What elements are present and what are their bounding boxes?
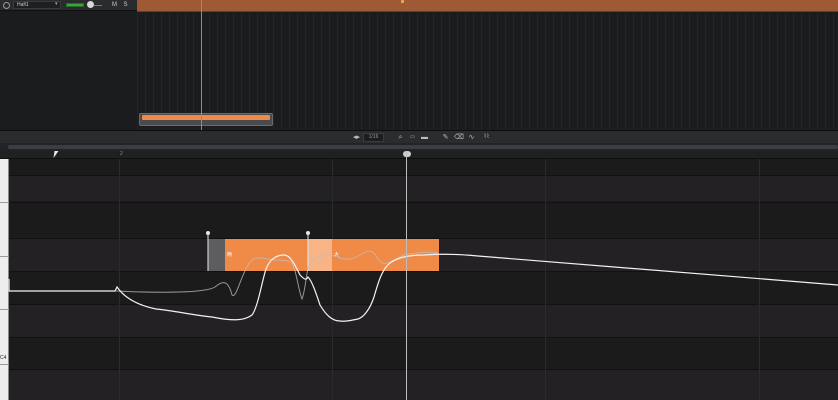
- lane-marker: [401, 0, 404, 3]
- note-handle[interactable]: [208, 239, 225, 271]
- screen-icon[interactable]: ▬: [420, 133, 429, 142]
- playhead-handle[interactable]: [403, 151, 411, 157]
- split-icon[interactable]: ⌇⌇: [481, 133, 492, 142]
- track-lane-region[interactable]: [137, 0, 838, 12]
- curve-icon[interactable]: ∿: [467, 133, 476, 142]
- note-start-handle[interactable]: [306, 231, 310, 235]
- note-lyric: 两: [227, 252, 233, 258]
- note-start-handle[interactable]: [206, 231, 210, 235]
- track-power-icon[interactable]: [3, 2, 10, 9]
- volume-meter[interactable]: [66, 3, 84, 7]
- track-name-field[interactable]: Hafi1: [13, 1, 61, 9]
- quantize-icon[interactable]: ◂▸: [352, 133, 361, 142]
- solo-button[interactable]: S: [121, 1, 130, 9]
- editor-playhead[interactable]: [406, 151, 407, 400]
- pan-knob[interactable]: [87, 1, 94, 8]
- quantize-field[interactable]: 1/16: [363, 133, 384, 142]
- audio-clip[interactable]: [139, 113, 273, 126]
- zoom-icon[interactable]: ⌕: [396, 133, 405, 142]
- horizontal-scroll-area: [0, 143, 838, 151]
- pan-indicator: [94, 5, 102, 6]
- editor-toolbar: ◂▸ 1/16 ⌕ ▭ ▬ ✎ ⌫ ∿ ⌇⌇: [0, 130, 838, 143]
- arrangement-playhead[interactable]: [201, 0, 202, 130]
- bar-number-label: 2: [120, 151, 123, 157]
- pitch-curve-layer: [8, 231, 838, 322]
- track-header: Hafi1 ▾ M S: [0, 0, 137, 11]
- eraser-icon[interactable]: ⌫: [454, 133, 464, 142]
- mute-button[interactable]: M: [110, 1, 119, 9]
- pencil-icon[interactable]: ✎: [441, 133, 450, 142]
- chevron-down-icon[interactable]: ▾: [55, 1, 58, 8]
- arrangement-view: Hafi1 ▾ M S: [0, 0, 838, 130]
- horizontal-scrollbar[interactable]: [8, 145, 838, 149]
- fit-icon[interactable]: ▭: [408, 133, 417, 142]
- timeline-ruler[interactable]: 2: [0, 151, 838, 159]
- note-lyric: 大: [334, 252, 340, 258]
- audio-clip-bar: [142, 115, 270, 120]
- app-window: Hafi1 ▾ M S ◂▸ 1/16 ⌕ ▭ ▬ ✎ ⌫ ∿ ⌇⌇ 2 C4 …: [0, 0, 838, 400]
